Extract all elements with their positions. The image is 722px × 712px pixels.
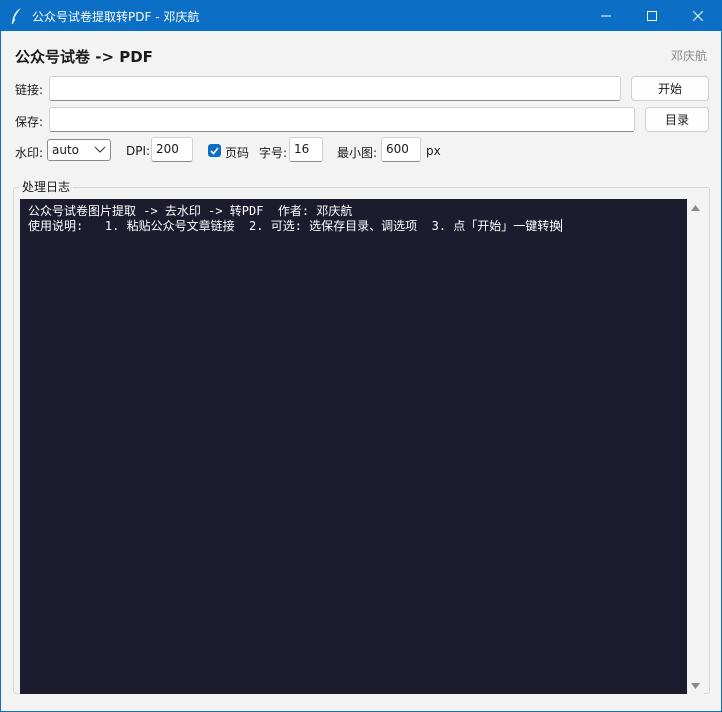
maximize-icon xyxy=(647,11,657,21)
text-caret xyxy=(561,219,563,232)
log-group-title: 处理日志 xyxy=(19,178,74,195)
minimize-icon xyxy=(601,15,611,17)
log-line-with-caret: 使用说明: 1. 粘贴公众号文章链接 2. 可选: 选保存目录、调选项 3. 点… xyxy=(28,219,679,234)
chevron-down-icon xyxy=(95,146,105,153)
dpi-input[interactable]: 200 xyxy=(151,137,193,162)
page-title: 公众号试卷 -> PDF xyxy=(15,48,153,66)
maximize-button[interactable] xyxy=(629,1,675,31)
dpi-label: DPI: xyxy=(126,144,151,158)
close-icon xyxy=(693,11,703,21)
directory-button[interactable]: 目录 xyxy=(645,107,709,132)
check-icon xyxy=(210,147,219,155)
min-image-label: 最小图: xyxy=(337,146,378,160)
min-image-input[interactable]: 600 xyxy=(381,137,421,162)
minimize-button[interactable] xyxy=(583,1,629,31)
save-path-input[interactable] xyxy=(49,107,635,132)
page-number-checkbox[interactable] xyxy=(208,144,221,157)
log-line: 公众号试卷图片提取 -> 去水印 -> 转PDF 作者: 邓庆航 xyxy=(28,204,353,218)
close-button[interactable] xyxy=(675,1,721,31)
watermark-label: 水印: xyxy=(15,146,44,160)
font-size-input[interactable]: 16 xyxy=(289,137,323,162)
scroll-down-icon[interactable] xyxy=(691,683,700,689)
save-label: 保存: xyxy=(15,115,44,129)
font-size-label: 字号: xyxy=(259,146,288,160)
title-bar: 公众号试卷提取转PDF - 邓庆航 xyxy=(1,1,721,31)
link-label: 链接: xyxy=(15,83,44,97)
link-input[interactable] xyxy=(49,76,621,101)
scroll-up-icon[interactable] xyxy=(691,205,700,211)
watermark-select[interactable]: auto xyxy=(47,139,111,161)
window-title: 公众号试卷提取转PDF - 邓庆航 xyxy=(32,10,200,24)
log-scrollbar[interactable] xyxy=(687,199,704,694)
watermark-value: auto xyxy=(52,143,80,157)
log-textarea[interactable]: 公众号试卷图片提取 -> 去水印 -> 转PDF 作者: 邓庆航 使用说明: 1… xyxy=(20,199,687,694)
feather-icon xyxy=(11,8,21,25)
app-window: 公众号试卷提取转PDF - 邓庆航 公众号试卷 -> PDF 邓庆航 链接: 开… xyxy=(0,0,722,712)
author-label: 邓庆航 xyxy=(670,49,707,63)
start-button[interactable]: 开始 xyxy=(631,76,709,101)
log-line: 使用说明: 1. 粘贴公众号文章链接 2. 可选: 选保存目录、调选项 3. 点… xyxy=(28,219,562,233)
min-image-unit: px xyxy=(426,144,441,158)
page-number-label: 页码 xyxy=(225,146,250,160)
